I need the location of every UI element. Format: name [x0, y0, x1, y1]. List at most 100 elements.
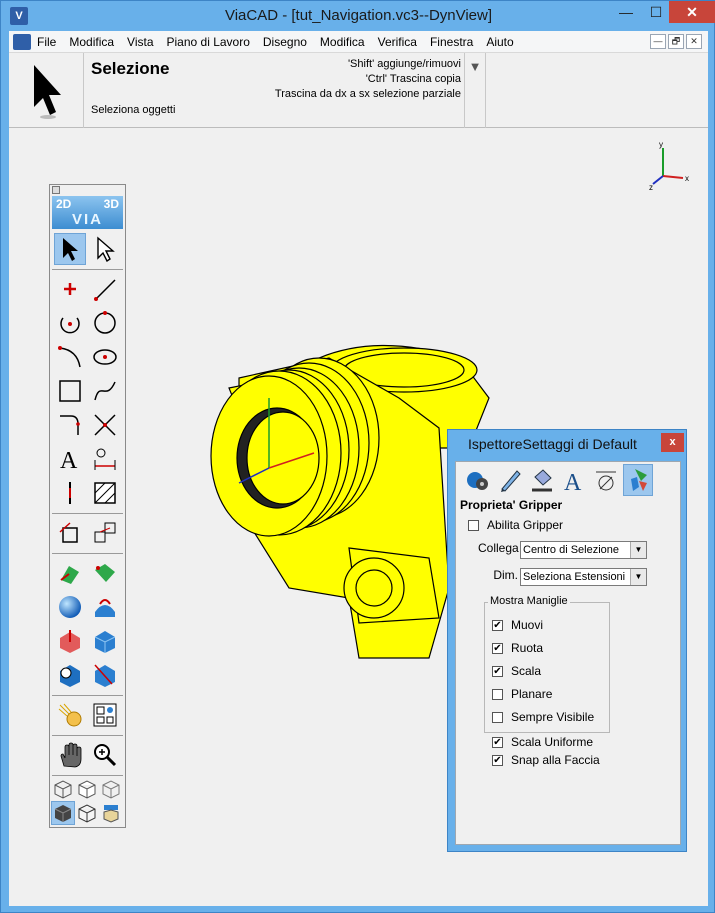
select-tool-icon[interactable] — [54, 233, 86, 265]
menu-vista[interactable]: Vista — [127, 35, 153, 49]
logo-3d-label: 3D — [103, 197, 119, 211]
point-tool-icon[interactable] — [54, 273, 86, 305]
muovi-checkbox[interactable]: ✔ Muovi — [492, 618, 543, 632]
conic-tool-icon[interactable] — [54, 341, 86, 373]
axis-triad-icon: y x z — [649, 140, 689, 192]
checkbox-box — [492, 688, 503, 700]
doc-minimize-button[interactable]: — — [650, 34, 666, 49]
section-tool-icon[interactable] — [89, 659, 121, 691]
trim-tool-icon[interactable] — [89, 409, 121, 441]
minimize-button[interactable]: — — [611, 1, 641, 23]
sphere-tool-icon[interactable] — [54, 591, 86, 623]
shaded-view-icon[interactable] — [51, 801, 75, 825]
menu-aiuto[interactable]: Aiuto — [486, 35, 513, 49]
menu-verifica[interactable]: Verifica — [378, 35, 417, 49]
layout-tool-icon[interactable] — [89, 699, 121, 731]
menu-disegno[interactable]: Disegno — [263, 35, 307, 49]
tool-palette: 2D 3D VIA A — [49, 184, 126, 828]
checkbox-label: Ruota — [511, 641, 544, 655]
shaded-edges-view-icon[interactable] — [75, 801, 99, 825]
title-bar[interactable]: V ViaCAD - [tut_Navigation.vc3--DynView]… — [1, 1, 715, 31]
boolean-tool-icon[interactable] — [54, 625, 86, 657]
via-2d-3d-logo[interactable]: 2D 3D VIA — [52, 196, 123, 229]
zoom-icon[interactable] — [89, 739, 121, 771]
doc-close-button[interactable]: ✕ — [686, 34, 702, 49]
tab-dimension-icon[interactable] — [591, 464, 621, 496]
mostra-maniglie-label: Mostra Maniglie — [488, 595, 570, 607]
chevron-down-icon: ▼ — [630, 542, 646, 558]
context-dropdown-button[interactable]: ▼ — [464, 53, 486, 128]
partial-select-tool-icon[interactable] — [89, 233, 121, 265]
render-view-icon[interactable] — [99, 801, 123, 825]
menu-modifica-2[interactable]: Modifica — [320, 35, 365, 49]
checkbox-box — [468, 519, 479, 531]
tab-settings-gear-icon[interactable] — [463, 464, 493, 496]
fillet-tool-icon[interactable] — [54, 409, 86, 441]
palette-grip[interactable] — [52, 186, 60, 194]
checkbox-label: Abilita Gripper — [487, 518, 564, 532]
tab-paint-icon[interactable] — [527, 464, 557, 496]
circle-tool-icon[interactable] — [89, 307, 121, 339]
shell-tool-icon[interactable] — [89, 591, 121, 623]
revolve-tool-icon[interactable] — [89, 557, 121, 589]
checkbox-box: ✔ — [492, 754, 503, 766]
context-subtitle: Seleziona oggetti — [91, 104, 176, 116]
tab-gripper-hand-icon[interactable] — [623, 464, 653, 496]
wireframe-view-icon[interactable] — [51, 777, 75, 801]
dimension-tool-icon[interactable] — [89, 443, 121, 475]
move-tool-icon[interactable] — [54, 517, 86, 549]
close-button[interactable]: ✕ — [669, 1, 715, 23]
rectangle-tool-icon[interactable] — [54, 375, 86, 407]
document-icon[interactable] — [13, 33, 31, 50]
logo-via-label: VIA — [71, 211, 103, 228]
transform-tool-icon[interactable] — [89, 517, 121, 549]
centerline-tool-icon[interactable] — [54, 477, 86, 509]
inspector-panel: IspettoreSettaggi di Default x A Proprie… — [447, 429, 687, 852]
palette-separator — [52, 269, 123, 270]
scala-uniforme-checkbox[interactable]: ✔ Scala Uniforme — [492, 735, 593, 749]
checkbox-box — [492, 711, 503, 723]
planare-checkbox[interactable]: Planare — [492, 687, 552, 701]
box-solid-tool-icon[interactable] — [89, 625, 121, 657]
checkbox-label: Muovi — [511, 618, 544, 632]
arc-tool-icon[interactable] — [54, 307, 86, 339]
collega-label: Collega — [478, 541, 519, 555]
doc-restore-button[interactable]: 🗗 — [668, 34, 684, 49]
checkbox-label: Scala — [511, 664, 542, 678]
main-window: V ViaCAD - [tut_Navigation.vc3--DynView]… — [0, 0, 715, 913]
palette-separator — [52, 735, 123, 736]
snap-faccia-checkbox[interactable]: ✔ Snap alla Faccia — [492, 753, 600, 767]
menu-finestra[interactable]: Finestra — [430, 35, 473, 49]
checkbox-box: ✔ — [492, 642, 503, 654]
svg-text:A: A — [564, 470, 582, 493]
pan-hand-icon[interactable] — [54, 739, 86, 771]
hidden-line-view-icon[interactable] — [75, 777, 99, 801]
blend-tool-icon[interactable] — [54, 659, 86, 691]
tab-pen-icon[interactable] — [495, 464, 525, 496]
light-tool-icon[interactable] — [54, 699, 86, 731]
line-tool-icon[interactable] — [89, 273, 121, 305]
extrude-tool-icon[interactable] — [54, 557, 86, 589]
spline-tool-icon[interactable] — [89, 375, 121, 407]
axis-x-label: x — [685, 174, 689, 183]
ellipse-tool-icon[interactable] — [89, 341, 121, 373]
context-bar: Selezione Seleziona oggetti 'Shift' aggi… — [9, 53, 708, 128]
abilita-gripper-checkbox[interactable]: Abilita Gripper — [468, 518, 563, 532]
hint-drag: Trascina da dx a sx selezione parziale — [274, 88, 461, 100]
outline-view-icon[interactable] — [99, 777, 123, 801]
menu-piano-di-lavoro[interactable]: Piano di Lavoro — [167, 35, 250, 49]
menu-file[interactable]: File — [37, 35, 56, 49]
tab-text-icon[interactable]: A — [559, 464, 589, 496]
menu-modifica[interactable]: Modifica — [69, 35, 114, 49]
inspector-close-button[interactable]: x — [661, 433, 684, 452]
maximize-button[interactable]: ☐ — [641, 1, 671, 23]
text-tool-icon[interactable]: A — [54, 443, 86, 475]
sempre-visibile-checkbox[interactable]: Sempre Visibile — [492, 710, 594, 724]
ruota-checkbox[interactable]: ✔ Ruota — [492, 641, 543, 655]
dim-select[interactable]: Seleziona Estensioni ▼ — [520, 568, 647, 586]
document-window-controls: — 🗗 ✕ — [650, 34, 702, 49]
hatch-tool-icon[interactable] — [89, 477, 121, 509]
collega-select[interactable]: Centro di Selezione ▼ — [520, 541, 647, 559]
scala-checkbox[interactable]: ✔ Scala — [492, 664, 541, 678]
inspector-title[interactable]: IspettoreSettaggi di Default — [468, 436, 637, 452]
